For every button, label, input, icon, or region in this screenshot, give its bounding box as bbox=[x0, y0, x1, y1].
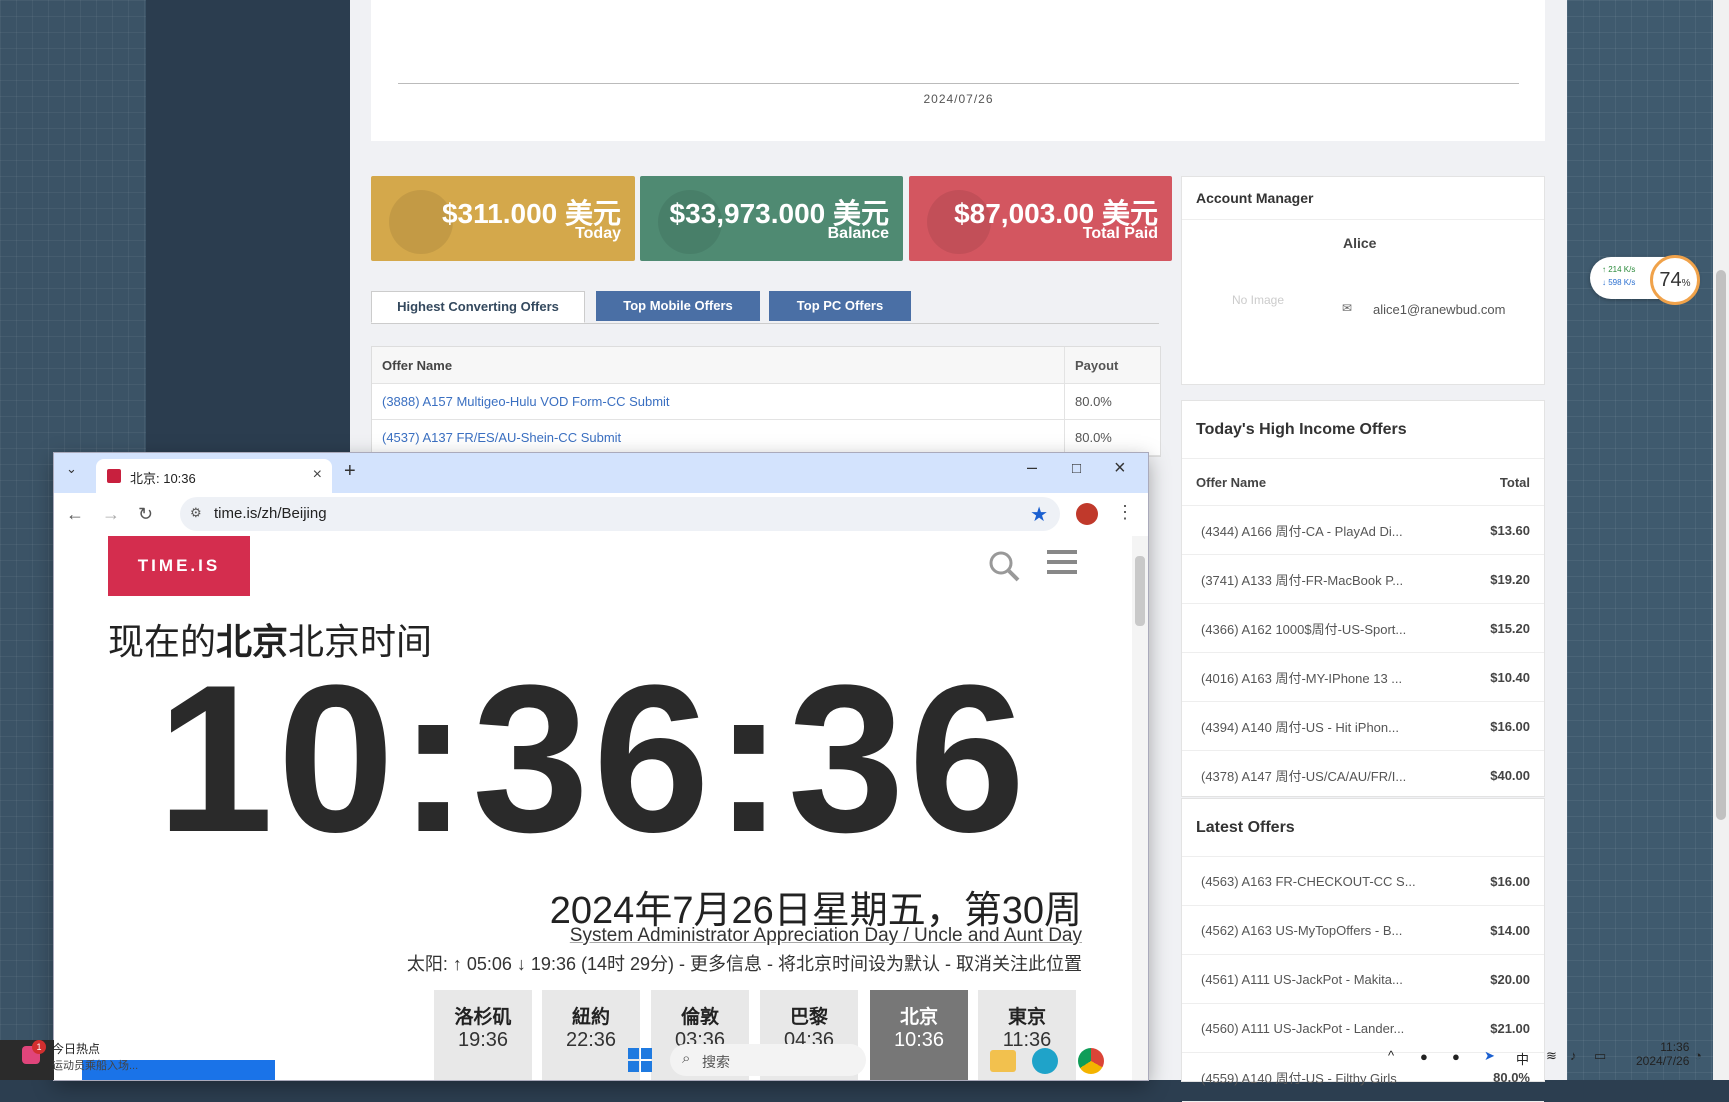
chart-x-tick: 2024/07/26 bbox=[923, 92, 994, 106]
stat-label: Total Paid bbox=[1082, 225, 1158, 242]
account-manager-card: Account Manager Alice No Image ✉ alice1@… bbox=[1181, 176, 1545, 385]
minimize-icon[interactable]: – bbox=[1027, 457, 1037, 478]
battery-icon[interactable]: ▭ bbox=[1594, 1048, 1606, 1064]
timeis-page: TIME.IS 现在的北京北京时间 10:36:36 2024年7月26日星期五… bbox=[54, 536, 1132, 1080]
list-item[interactable]: (4378) A147 周付-US/CA/AU/FR/I... $40.00 bbox=[1182, 751, 1544, 800]
chevron-up-icon[interactable]: ^ bbox=[1388, 1048, 1394, 1063]
taskbar-clock[interactable]: 11:36 2024/7/26 bbox=[1636, 1040, 1689, 1068]
tab-highest-converting[interactable]: Highest Converting Offers bbox=[371, 291, 585, 323]
stat-today: $311.000 美元 Today bbox=[371, 176, 635, 261]
memory-usage: 74% bbox=[1650, 255, 1700, 305]
account-manager-title: Account Manager bbox=[1196, 190, 1314, 206]
table-row: (3888) A157 Multigeo-Hulu VOD Form-CC Su… bbox=[372, 384, 1160, 420]
stat-label: Balance bbox=[827, 225, 889, 242]
offers-table: Offer Name Payout (3888) A157 Multigeo-H… bbox=[371, 346, 1161, 457]
offer-link[interactable]: (4537) A137 FR/ES/AU-Shein-CC Submit bbox=[382, 430, 621, 445]
taskbar: 1 今日热点 运动员乘船入场... ⌕ 搜索 ^ ● ● ➤ 中 ≋ ♪ ▭ 11… bbox=[0, 1040, 1729, 1080]
reload-icon[interactable]: ↻ bbox=[138, 504, 153, 525]
timeis-logo[interactable]: TIME.IS bbox=[108, 536, 250, 596]
col-offer-name: Offer Name bbox=[1196, 474, 1267, 490]
maximize-icon[interactable]: □ bbox=[1072, 460, 1081, 477]
sun-info: 太阳: ↑ 05:06 ↓ 19:36 (14时 29分) - 更多信息 - 将… bbox=[406, 954, 1082, 974]
chart-x-axis bbox=[398, 83, 1519, 84]
list-item[interactable]: (4394) A140 周付-US - Hit iPhon... $16.00 bbox=[1182, 702, 1544, 751]
address-bar-row: ← → ↻ ⚙ time.is/zh/Beijing ★ ⋮ bbox=[54, 493, 1148, 537]
list-item[interactable]: (3741) A133 周付-FR-MacBook P... $19.20 bbox=[1182, 555, 1544, 604]
download-speed: ↓ 598 K/s bbox=[1602, 278, 1636, 287]
clock-display: 10:36:36 bbox=[156, 641, 1030, 876]
close-icon[interactable]: × bbox=[313, 466, 322, 484]
edge-icon[interactable] bbox=[1032, 1048, 1058, 1074]
send-icon[interactable]: ➤ bbox=[1484, 1048, 1495, 1064]
list-item[interactable]: (4563) A163 FR-CHECKOUT-CC S... $16.00 bbox=[1182, 857, 1544, 906]
qq-icon[interactable]: ● bbox=[1452, 1049, 1460, 1064]
notification-bell-icon[interactable]: ◔ bbox=[1694, 1048, 1702, 1063]
chrome-icon[interactable] bbox=[1078, 1048, 1104, 1074]
hamburger-menu-icon[interactable] bbox=[1047, 550, 1077, 574]
table-header: Offer Name Payout bbox=[372, 347, 1160, 384]
stat-total-paid: $87,003.00 美元 Total Paid bbox=[909, 176, 1172, 261]
page-scrollbar[interactable] bbox=[1713, 0, 1729, 1080]
forward-arrow-icon[interactable]: → bbox=[102, 504, 120, 525]
table-header: Offer Name Total bbox=[1182, 459, 1544, 506]
back-arrow-icon[interactable]: ← bbox=[66, 504, 84, 525]
new-tab-icon[interactable]: + bbox=[344, 460, 356, 483]
profile-avatar-icon[interactable] bbox=[1076, 503, 1098, 525]
col-total: Total bbox=[1499, 474, 1530, 490]
omnibox[interactable]: ⚙ time.is/zh/Beijing ★ bbox=[180, 497, 1060, 531]
bookmark-star-icon[interactable]: ★ bbox=[1030, 502, 1048, 527]
ime-indicator[interactable]: 中 bbox=[1516, 1049, 1529, 1068]
url-text[interactable]: time.is/zh/Beijing bbox=[214, 505, 327, 522]
offers-tabs: Highest Converting Offers Top Mobile Off… bbox=[371, 291, 1159, 324]
manager-name: Alice bbox=[1343, 235, 1377, 251]
qq-icon[interactable]: ● bbox=[1420, 1049, 1428, 1064]
tab-top-mobile[interactable]: Top Mobile Offers bbox=[596, 291, 760, 321]
offer-link[interactable]: (3888) A157 Multigeo-Hulu VOD Form-CC Su… bbox=[382, 394, 670, 409]
stat-label: Today bbox=[575, 225, 621, 242]
high-income-card: Today's High Income Offers Offer Name To… bbox=[1181, 400, 1545, 800]
site-info-icon[interactable]: ⚙ bbox=[190, 505, 202, 521]
offer-payout: 80.0% bbox=[1075, 430, 1112, 445]
search-icon: ⌕ bbox=[682, 1050, 691, 1067]
high-income-title: Today's High Income Offers bbox=[1196, 420, 1407, 438]
windows-start-icon[interactable] bbox=[628, 1048, 652, 1072]
col-payout: Payout bbox=[1075, 357, 1119, 373]
tab-top-pc[interactable]: Top PC Offers bbox=[769, 291, 911, 321]
holiday-link[interactable]: System Administrator Appreciation Day / … bbox=[570, 925, 1082, 947]
news-badge: 1 bbox=[32, 1040, 46, 1054]
news-widget[interactable]: 今日热点 运动员乘船入场... bbox=[52, 1040, 138, 1073]
offer-payout: 80.0% bbox=[1075, 394, 1112, 409]
window-close-icon[interactable]: × bbox=[1114, 457, 1126, 480]
browser-window: ⌄ 北京: 10:36 × + – □ × ← → ↻ ⚙ time.is/zh… bbox=[54, 453, 1148, 1080]
manager-avatar-placeholder: No Image bbox=[1232, 293, 1285, 307]
search-icon[interactable] bbox=[988, 550, 1020, 582]
wifi-icon[interactable]: ≋ bbox=[1546, 1048, 1557, 1064]
timeis-favicon bbox=[107, 469, 121, 483]
list-item[interactable]: (4016) A163 周付-MY-IPhone 13 ... $10.40 bbox=[1182, 653, 1544, 702]
browser-tab-title: 北京: 10:36 bbox=[130, 471, 196, 486]
earnings-chart bbox=[371, 0, 1545, 141]
scrollbar-thumb[interactable] bbox=[1716, 270, 1726, 820]
latest-offers-title: Latest Offers bbox=[1196, 818, 1295, 836]
table-row: (4537) A137 FR/ES/AU-Shein-CC Submit 80.… bbox=[372, 420, 1160, 456]
envelope-icon: ✉ bbox=[1342, 301, 1353, 315]
network-speed-widget[interactable]: ↑ 214 K/s ↓ 598 K/s 74% bbox=[1590, 255, 1700, 305]
taskbar-search[interactable]: ⌕ 搜索 bbox=[670, 1044, 866, 1076]
list-item[interactable]: (4562) A163 US-MyTopOffers - B... $14.00 bbox=[1182, 906, 1544, 955]
file-explorer-icon[interactable] bbox=[990, 1050, 1016, 1072]
col-offer-name: Offer Name bbox=[372, 347, 1065, 383]
page-scrollbar[interactable] bbox=[1132, 536, 1148, 1080]
more-menu-icon[interactable]: ⋮ bbox=[1116, 502, 1134, 523]
list-item[interactable]: (4561) A111 US-JackPot - Makita... $20.00 bbox=[1182, 955, 1544, 1004]
upload-speed: ↑ 214 K/s bbox=[1602, 265, 1636, 274]
desktop-wallpaper-right bbox=[1567, 0, 1729, 1080]
manager-email[interactable]: alice1@ranewbud.com bbox=[1373, 302, 1505, 317]
volume-icon[interactable]: ♪ bbox=[1570, 1048, 1577, 1063]
list-item[interactable]: (4344) A166 周付-CA - PlayAd Di... $13.60 bbox=[1182, 506, 1544, 555]
stat-balance: $33,973.000 美元 Balance bbox=[640, 176, 903, 261]
list-item[interactable]: (4366) A162 1000$周付-US-Sport... $15.20 bbox=[1182, 604, 1544, 653]
chevron-down-icon[interactable]: ⌄ bbox=[66, 461, 77, 477]
browser-tab-strip: ⌄ 北京: 10:36 × + – □ × bbox=[54, 453, 1148, 493]
browser-tab[interactable]: 北京: 10:36 × bbox=[96, 459, 332, 493]
